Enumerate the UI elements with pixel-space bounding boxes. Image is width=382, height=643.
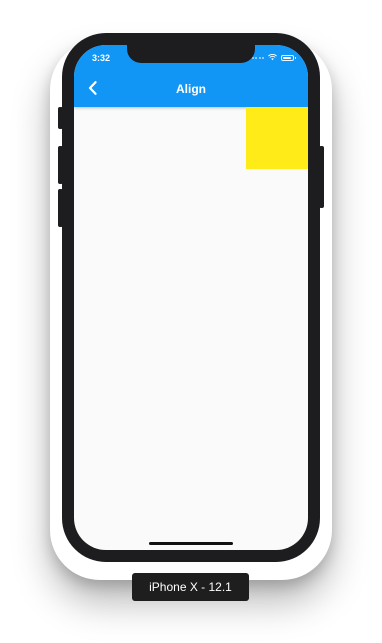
- simulator-stage: 3:32 Align iPhone X - 12.1: [0, 0, 382, 643]
- wifi-icon: [268, 54, 277, 61]
- device-notch: [127, 45, 255, 63]
- status-icons: [251, 54, 296, 61]
- home-indicator[interactable]: [149, 542, 233, 545]
- page-title: Align: [176, 82, 206, 96]
- device-screen: 3:32 Align: [74, 45, 308, 550]
- battery-icon: [281, 54, 296, 61]
- device-label: iPhone X - 12.1: [132, 573, 249, 601]
- status-time: 3:32: [92, 53, 111, 63]
- cellular-signal-icon: [251, 56, 264, 59]
- battery-level: [283, 56, 291, 59]
- aligned-box: [246, 107, 308, 169]
